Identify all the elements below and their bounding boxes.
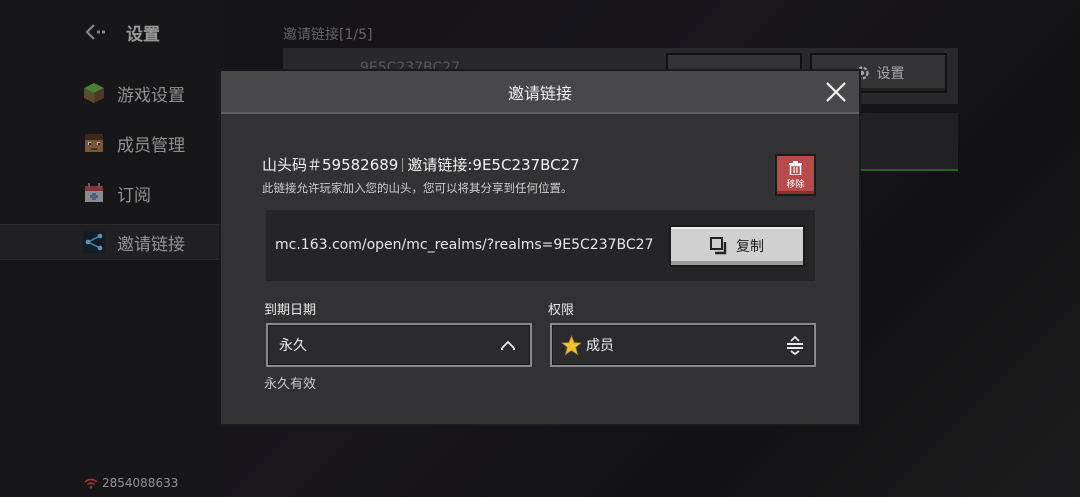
invite-link-dialog: 邀请链接 山头码＃59582689 邀请链接:9E5C237BC27 此链接允许…: [219, 69, 861, 426]
close-icon[interactable]: [825, 81, 847, 103]
remove-label: 移除: [786, 179, 805, 190]
star-icon: [561, 334, 582, 355]
expiry-value: 永久: [279, 338, 307, 354]
permission-value: 成员: [586, 338, 614, 354]
copy-icon: [710, 237, 727, 255]
invite-url[interactable]: mc.163.com/open/mc_realms/?realms=9E5C23…: [275, 237, 653, 253]
invite-info: 山头码＃59582689 邀请链接:9E5C237BC27: [262, 154, 580, 175]
trash-icon: [789, 160, 802, 175]
expiry-hint: 永久有效: [264, 377, 317, 392]
dialog-header: 邀请链接: [221, 71, 859, 114]
sort-toggle-icon: [787, 335, 803, 355]
copy-button[interactable]: 复制: [669, 225, 805, 267]
server-code: 山头码＃59582689: [262, 156, 399, 174]
expiry-label: 到期日期: [264, 303, 317, 318]
copy-label: 复制: [736, 239, 764, 255]
chevron-up-icon: [501, 340, 515, 350]
link-box: mc.163.com/open/mc_realms/?realms=9E5C23…: [266, 210, 815, 281]
permission-dropdown[interactable]: 成员: [550, 323, 816, 367]
invite-code: 邀请链接:9E5C237BC27: [407, 156, 580, 174]
expiry-dropdown[interactable]: 永久: [266, 323, 532, 367]
invite-description: 此链接允许玩家加入您的山头，您可以将其分享到任何位置。: [262, 181, 573, 195]
permission-label: 权限: [548, 303, 575, 318]
remove-button[interactable]: 移除: [775, 154, 816, 196]
dialog-title: 邀请链接: [507, 83, 572, 103]
divider: [402, 157, 404, 172]
